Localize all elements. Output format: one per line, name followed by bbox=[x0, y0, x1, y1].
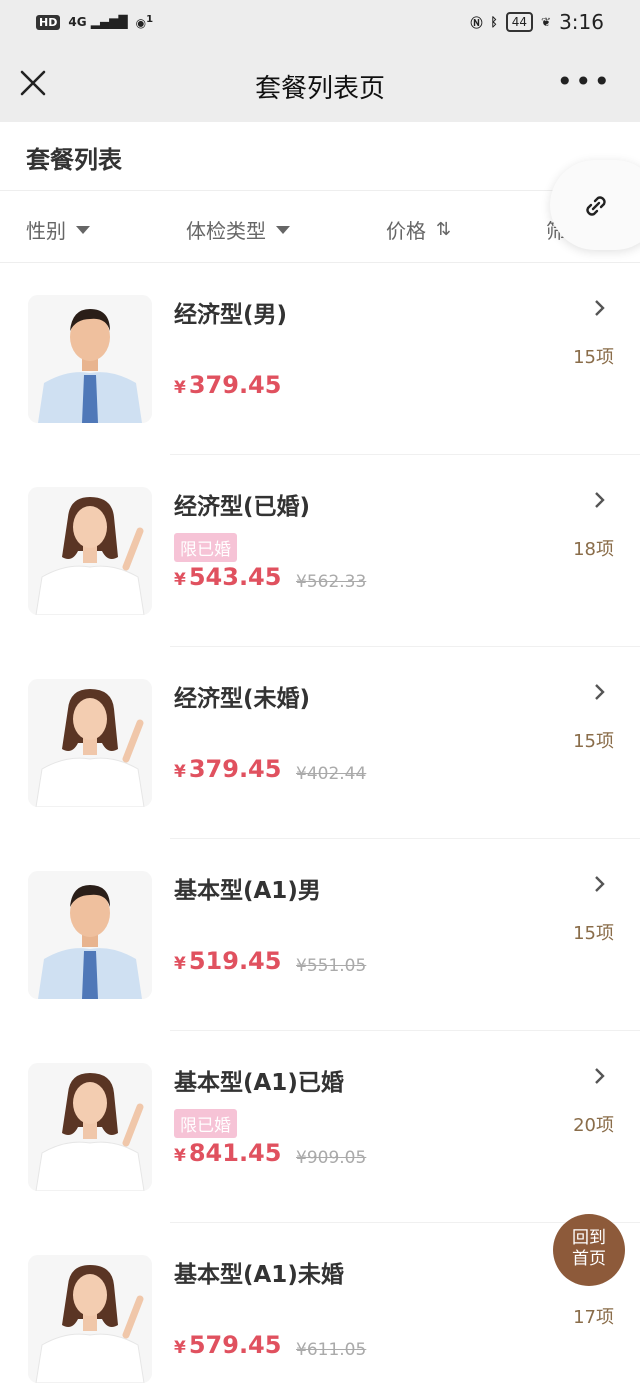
signal-icon: 4G ▂▄▆█ bbox=[68, 15, 128, 29]
package-name: 经济型(未婚) bbox=[174, 686, 311, 712]
item-count: 20项 bbox=[573, 1115, 614, 1136]
price: ¥519.45 bbox=[174, 947, 282, 975]
female-avatar bbox=[28, 1063, 152, 1191]
filter-exam-type[interactable]: 体检类型 bbox=[186, 215, 290, 244]
price: ¥379.45 bbox=[174, 371, 282, 399]
link-icon bbox=[586, 196, 606, 216]
price: ¥543.45 bbox=[174, 563, 282, 591]
package-name: 基本型(A1)已婚 bbox=[174, 1070, 344, 1096]
battery-icon: 44 bbox=[505, 12, 534, 32]
female-avatar bbox=[28, 1255, 152, 1383]
page-title: 套餐列表页 bbox=[254, 74, 385, 104]
filter-bar: 性别 体检类型 价格 ⇅ 筛 bbox=[0, 191, 640, 263]
filter-price-sort[interactable]: 价格 ⇅ bbox=[386, 215, 451, 244]
caret-down-icon bbox=[276, 225, 290, 234]
list-item[interactable]: 基本型(A1)男 15项 ¥519.45 ¥551.05 bbox=[0, 839, 640, 1031]
package-name: 经济型(男) bbox=[174, 302, 288, 328]
leaf-icon: ❦ bbox=[541, 15, 552, 29]
bluetooth-icon: ᛒ bbox=[490, 15, 498, 29]
package-name: 基本型(A1)男 bbox=[174, 878, 321, 904]
package-name: 基本型(A1)未婚 bbox=[174, 1262, 344, 1288]
married-only-tag: 限已婚 bbox=[174, 533, 237, 562]
list-item[interactable]: 经济型(未婚) 15项 ¥379.45 ¥402.44 bbox=[0, 647, 640, 839]
nav-bar: 套餐列表页 ••• bbox=[0, 44, 640, 122]
chevron-right-icon bbox=[595, 300, 605, 316]
back-to-home-button[interactable]: 回到 首页 bbox=[553, 1214, 625, 1286]
original-price: ¥562.33 bbox=[296, 572, 367, 592]
hd-badge: HD bbox=[36, 14, 61, 30]
chevron-right-icon bbox=[595, 876, 605, 892]
married-only-tag: 限已婚 bbox=[174, 1109, 237, 1138]
section-title: 套餐列表 bbox=[26, 146, 122, 174]
male-avatar bbox=[28, 871, 152, 999]
female-avatar bbox=[28, 487, 152, 615]
original-price: ¥551.05 bbox=[296, 956, 367, 976]
price: ¥379.45 bbox=[174, 755, 282, 783]
package-list: 经济型(男) 15项 ¥379.45 经济型(已婚) 18项 限已婚 ¥543.… bbox=[0, 263, 640, 1387]
clock: 3:16 bbox=[559, 10, 604, 34]
package-name: 经济型(已婚) bbox=[174, 494, 311, 520]
original-price: ¥909.05 bbox=[296, 1148, 367, 1168]
item-count: 15项 bbox=[573, 731, 614, 752]
nfc-icon: Ⓝ bbox=[470, 15, 483, 30]
more-icon[interactable]: ••• bbox=[556, 68, 612, 96]
item-count: 15项 bbox=[573, 923, 614, 944]
share-link-button[interactable] bbox=[550, 160, 640, 250]
item-count: 15项 bbox=[573, 347, 614, 368]
male-avatar bbox=[28, 295, 152, 423]
chevron-right-icon bbox=[595, 684, 605, 700]
caret-down-icon bbox=[76, 225, 90, 234]
price: ¥841.45 bbox=[174, 1139, 282, 1167]
female-avatar bbox=[28, 679, 152, 807]
item-count: 18项 bbox=[573, 539, 614, 560]
hotspot-icon: ◉1 bbox=[135, 14, 154, 30]
original-price: ¥611.05 bbox=[296, 1340, 367, 1360]
sort-icon: ⇅ bbox=[436, 219, 452, 240]
list-item[interactable]: 基本型(A1)已婚 20项 限已婚 ¥841.45 ¥909.05 bbox=[0, 1031, 640, 1223]
list-item[interactable]: 经济型(已婚) 18项 限已婚 ¥543.45 ¥562.33 bbox=[0, 455, 640, 647]
chevron-right-icon bbox=[595, 1068, 605, 1084]
list-item[interactable]: 经济型(男) 15项 ¥379.45 bbox=[0, 263, 640, 455]
filter-gender[interactable]: 性别 bbox=[26, 215, 90, 244]
item-count: 17项 bbox=[573, 1307, 614, 1328]
original-price: ¥402.44 bbox=[296, 764, 367, 784]
list-item[interactable]: 基本型(A1)未婚 17项 ¥579.45 ¥611.05 bbox=[0, 1223, 640, 1387]
chevron-right-icon bbox=[595, 492, 605, 508]
price: ¥579.45 bbox=[174, 1331, 282, 1359]
status-bar: HD 4G ▂▄▆█ ◉1 Ⓝ ᛒ 44 ❦ 3:16 bbox=[0, 0, 640, 44]
